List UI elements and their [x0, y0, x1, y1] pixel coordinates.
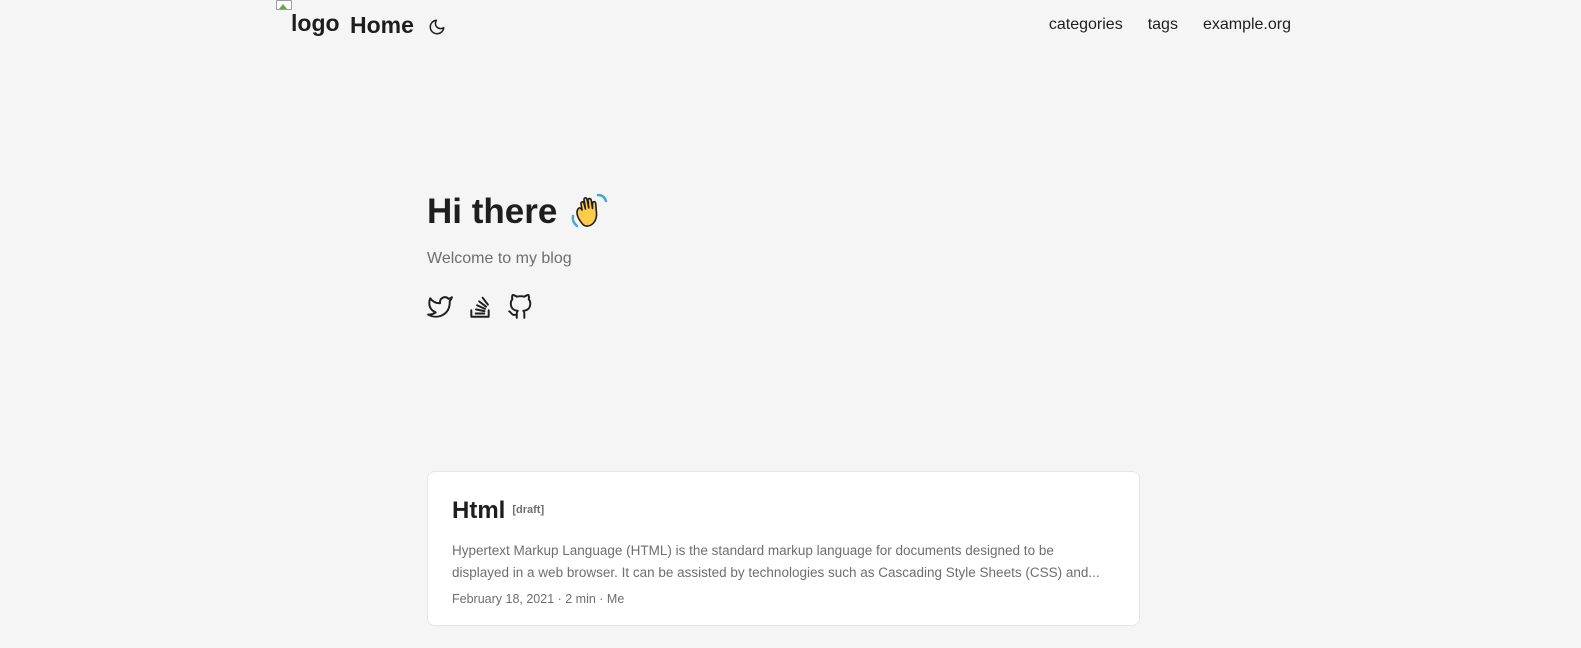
twitter-icon — [427, 296, 453, 318]
nav-item-example-org[interactable]: example.org — [1203, 16, 1291, 34]
post-title: Html — [452, 497, 506, 524]
social-icons — [427, 294, 1141, 320]
nav-item-tags[interactable]: tags — [1148, 16, 1178, 34]
github-icon — [508, 294, 532, 319]
twitter-link[interactable] — [427, 294, 453, 320]
theme-toggle-button[interactable] — [428, 18, 446, 36]
post-card[interactable]: Html [draft] Hypertext Markup Language (… — [427, 471, 1140, 626]
post-meta: February 18, 2021 · 2 min · Me — [452, 592, 625, 606]
github-link[interactable] — [507, 294, 533, 320]
site-header: logo Home categories tags example.org — [0, 0, 1581, 56]
post-summary: Hypertext Markup Language (HTML) is the … — [452, 543, 1100, 580]
home-link[interactable]: Home — [350, 12, 414, 39]
stackoverflow-link[interactable] — [467, 294, 493, 320]
stackoverflow-icon — [470, 296, 490, 318]
logo-alt-text: logo — [291, 10, 340, 36]
subtitle: Welcome to my blog — [427, 250, 572, 267]
post-title-row: Html [draft] — [452, 494, 1115, 528]
draft-badge: [draft] — [512, 504, 545, 516]
moon-icon — [429, 19, 445, 35]
broken-image-icon — [276, 0, 292, 14]
waving-hand-icon — [571, 193, 608, 228]
home-info: Hi there Welcome to my blog — [427, 190, 1141, 320]
page-title: Hi there — [427, 190, 1141, 234]
main-nav: categories tags example.org — [1049, 16, 1291, 34]
nav-item-categories[interactable]: categories — [1049, 16, 1123, 34]
page-title-text: Hi there — [427, 192, 558, 231]
